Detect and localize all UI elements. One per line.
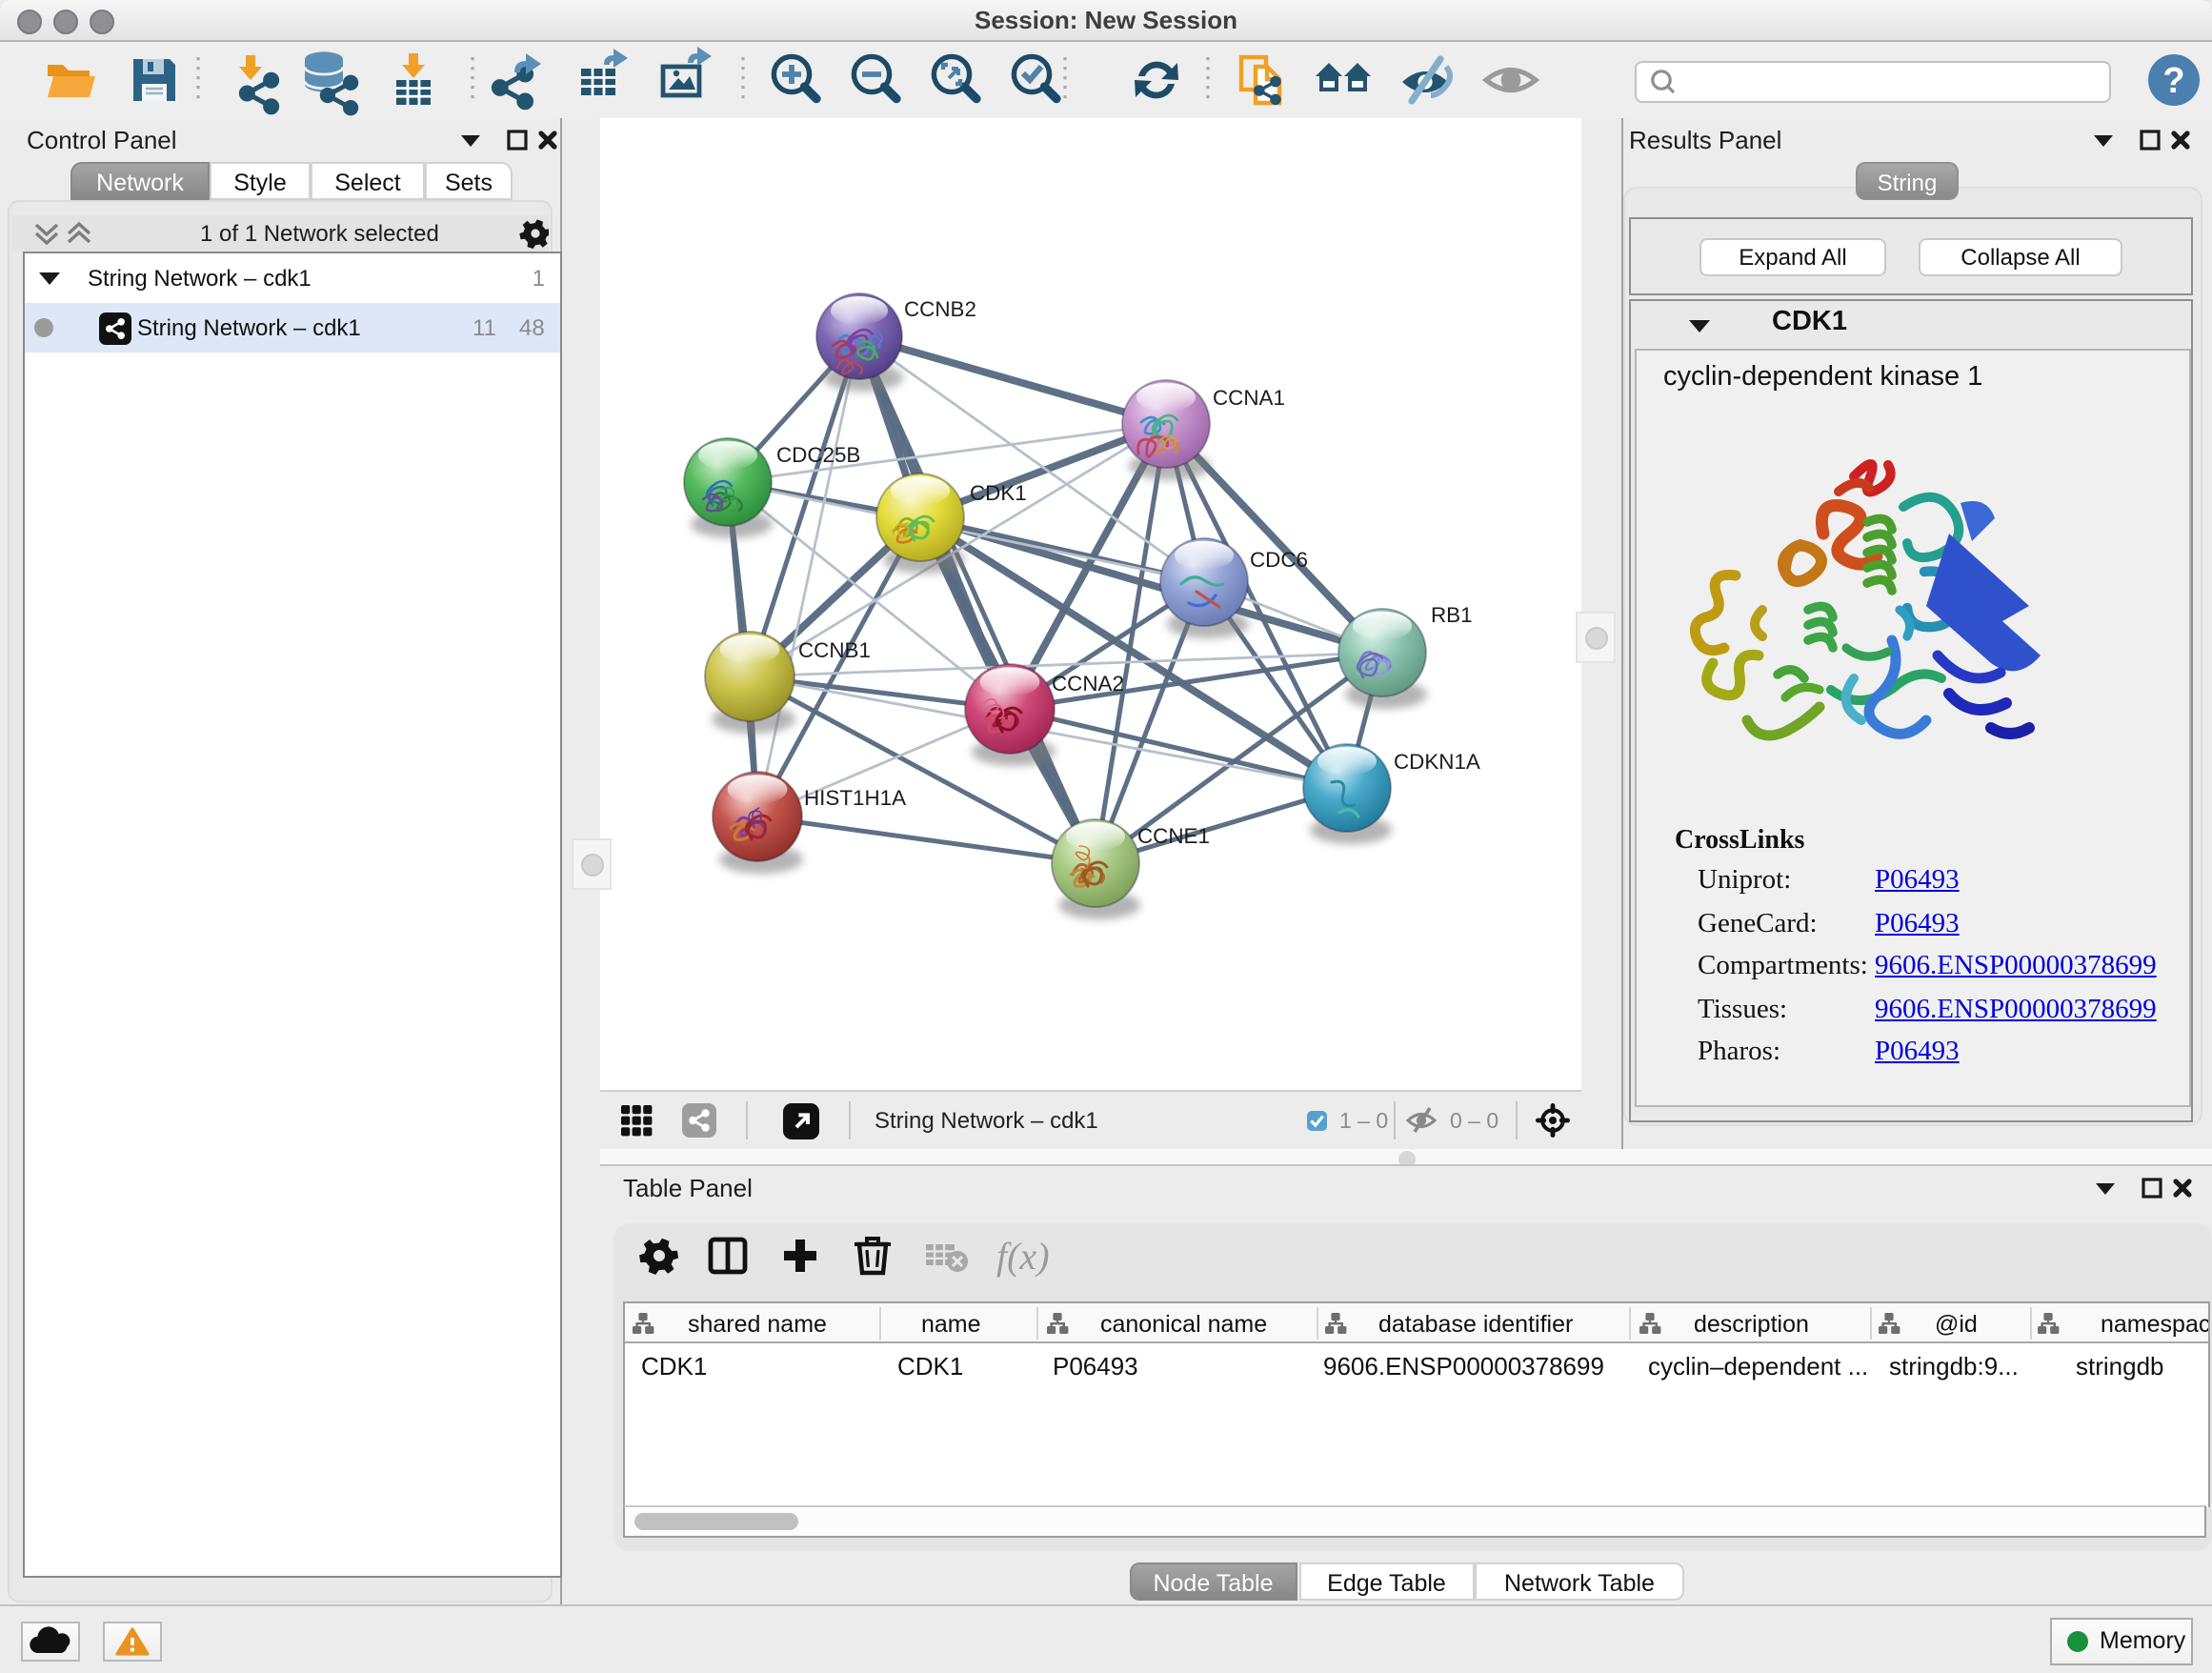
svg-text:CCNB2: CCNB2 [904, 297, 976, 321]
svg-text:cyclin–dependent ...: cyclin–dependent ... [1647, 1351, 1867, 1380]
svg-text:1 – 0: 1 – 0 [1339, 1108, 1388, 1133]
svg-text:HIST1H1A: HIST1H1A [804, 786, 906, 810]
svg-text:CCNE1: CCNE1 [1137, 824, 1210, 848]
svg-text:namespace: namespace [2100, 1310, 2207, 1337]
svg-text:?: ? [2162, 61, 2184, 101]
svg-text:CDK1: CDK1 [640, 1351, 706, 1380]
svg-text:name: name [920, 1310, 980, 1337]
svg-text:CDK1: CDK1 [896, 1351, 962, 1380]
svg-text:String Network – cdk1: String Network – cdk1 [875, 1108, 1098, 1134]
svg-text:CDK1: CDK1 [970, 481, 1027, 505]
svg-text:stringdb: stringdb [2075, 1351, 2163, 1380]
svg-text:canonical name: canonical name [1099, 1310, 1266, 1337]
svg-text:database identifier: database identifier [1377, 1310, 1572, 1337]
svg-text:P06493: P06493 [1052, 1351, 1137, 1380]
svg-text:1 of 1 Network selected: 1 of 1 Network selected [200, 221, 439, 247]
svg-text:@id: @id [1934, 1310, 1977, 1337]
svg-text:CDC25B: CDC25B [776, 443, 860, 467]
svg-text:CCNB1: CCNB1 [798, 638, 871, 662]
svg-text:description: description [1693, 1310, 1808, 1337]
svg-text:f(x): f(x) [996, 1234, 1050, 1277]
svg-text:shared name: shared name [687, 1310, 826, 1337]
svg-text:9606.ENSP00000378699: 9606.ENSP00000378699 [1322, 1351, 1603, 1380]
svg-text:CDKN1A: CDKN1A [1394, 750, 1480, 774]
svg-text:stringdb:9...: stringdb:9... [1888, 1351, 2018, 1380]
svg-text:CDC6: CDC6 [1250, 548, 1308, 572]
svg-text:CCNA1: CCNA1 [1213, 386, 1285, 410]
svg-text:RB1: RB1 [1431, 603, 1473, 627]
svg-text:0 – 0: 0 – 0 [1450, 1108, 1498, 1133]
svg-text:CCNA2: CCNA2 [1052, 672, 1124, 695]
